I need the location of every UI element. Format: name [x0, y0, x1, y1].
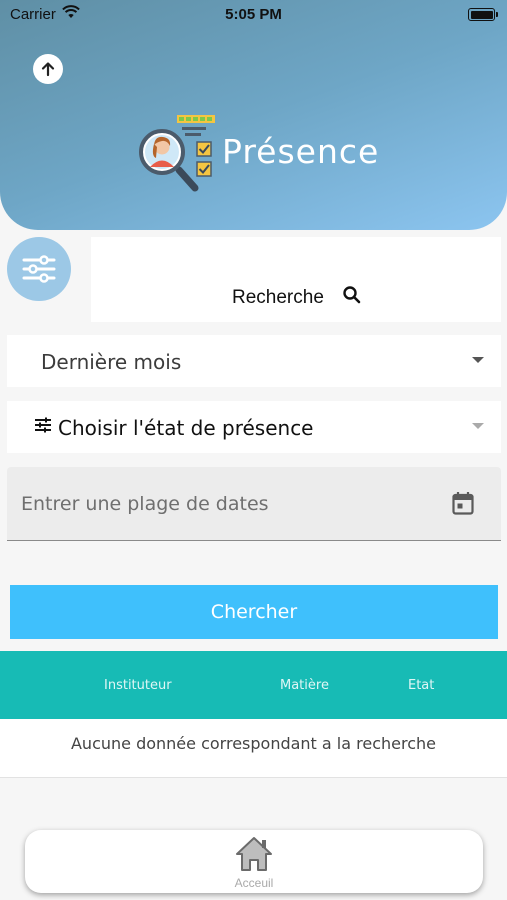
nav-home-label: Acceuil: [234, 876, 274, 890]
search-icon[interactable]: [342, 285, 362, 305]
calendar-icon[interactable]: [452, 491, 474, 515]
sliders-icon: [22, 255, 56, 283]
home-icon[interactable]: [235, 836, 273, 872]
status-bar: Carrier 5:05 PM: [0, 0, 507, 28]
chevron-down-icon: [472, 423, 484, 429]
results-table-header: Instituteur Matière Etat: [0, 651, 507, 719]
search-label: Recherche: [232, 287, 324, 308]
bottom-navigation: Acceuil: [25, 830, 483, 893]
back-button[interactable]: [33, 54, 63, 84]
page-title: Présence: [222, 132, 380, 171]
battery-icon: [468, 8, 498, 21]
attendance-state-select[interactable]: Choisir l'état de présence: [7, 401, 501, 453]
search-card[interactable]: Recherche: [91, 237, 501, 322]
column-header-teacher[interactable]: Instituteur: [104, 678, 172, 693]
attendance-state-label: Choisir l'état de présence: [58, 416, 314, 440]
clock: 5:05 PM: [225, 6, 282, 23]
empty-results-message: Aucune donnée correspondant a la recherc…: [70, 734, 436, 753]
search-submit-button[interactable]: Chercher: [10, 585, 498, 639]
period-select-value: Dernière mois: [41, 350, 182, 374]
empty-results-row: Aucune donnée correspondant a la recherc…: [0, 719, 507, 778]
column-header-status[interactable]: Etat: [408, 678, 434, 693]
chevron-down-icon: [472, 357, 484, 363]
attendance-logo-icon: [139, 115, 215, 192]
date-range-placeholder: Entrer une plage de dates: [21, 493, 269, 515]
arrow-up-icon: [41, 62, 55, 77]
date-range-field[interactable]: Entrer une plage de dates: [7, 467, 501, 541]
period-select[interactable]: Dernière mois: [7, 335, 501, 387]
header-banner: Carrier 5:05 PM Présence: [0, 0, 507, 230]
column-header-subject[interactable]: Matière: [280, 678, 329, 693]
tune-icon: [35, 417, 51, 433]
filter-toggle-button[interactable]: [7, 237, 71, 301]
